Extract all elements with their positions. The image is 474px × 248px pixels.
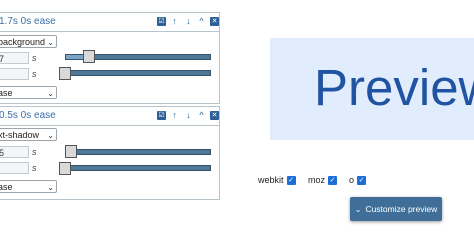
move-up-icon[interactable]: ↑ bbox=[170, 111, 179, 120]
move-up-icon[interactable]: ↑ bbox=[170, 17, 179, 26]
duration-slider-thumb[interactable] bbox=[83, 50, 95, 63]
duration-input[interactable]: 5 bbox=[0, 146, 29, 158]
chevron-down-icon: ⌄ bbox=[47, 131, 54, 140]
property-value: xt-shadow bbox=[0, 130, 40, 140]
chevron-down-icon: ⌄ bbox=[47, 38, 54, 47]
delay-input[interactable] bbox=[0, 68, 29, 80]
duration-slider-thumb[interactable] bbox=[65, 145, 77, 158]
collapse-icon[interactable]: ^ bbox=[197, 111, 206, 120]
delay-slider-thumb[interactable] bbox=[59, 67, 71, 80]
timing-function-value: ase bbox=[0, 182, 13, 192]
enable-checkbox-icon[interactable]: ☑ bbox=[157, 17, 166, 26]
property-select[interactable]: xt-shadow ⌄ bbox=[0, 128, 57, 141]
duration-unit: s bbox=[32, 53, 37, 63]
delay-slider-thumb[interactable] bbox=[59, 162, 71, 175]
duration-slider[interactable] bbox=[65, 149, 211, 155]
property-value: background bbox=[0, 37, 46, 47]
timing-function-select[interactable]: ase ⌄ bbox=[0, 86, 57, 99]
delay-input[interactable] bbox=[0, 162, 29, 174]
customize-preview-button[interactable]: ⌄ Customize preview bbox=[350, 197, 442, 221]
delay-unit: s bbox=[32, 69, 37, 79]
chevron-down-icon: ⌄ bbox=[354, 204, 362, 214]
chevron-down-icon: ⌄ bbox=[47, 183, 54, 192]
remove-icon[interactable]: ✕ bbox=[210, 17, 219, 26]
delay-slider[interactable] bbox=[65, 165, 211, 171]
timing-function-select[interactable]: ase ⌄ bbox=[0, 180, 57, 193]
vendor-moz-label: moz bbox=[308, 175, 326, 185]
transition-title: 1.7s 0s ease bbox=[0, 16, 56, 27]
delay-slider[interactable] bbox=[65, 70, 211, 76]
enable-checkbox-icon[interactable]: ☑ bbox=[157, 111, 166, 120]
vendor-webkit-label: webkit bbox=[258, 175, 284, 185]
remove-icon[interactable]: ✕ bbox=[210, 111, 219, 120]
move-down-icon[interactable]: ↓ bbox=[184, 17, 193, 26]
preview-box: Preview bbox=[270, 38, 474, 140]
moz-checkbox[interactable]: ✓ bbox=[328, 175, 338, 185]
delay-unit: s bbox=[32, 163, 37, 173]
collapse-icon[interactable]: ^ bbox=[197, 17, 206, 26]
transition-panel-1: 1.7s 0s ease ☑ ↑ ↓ ^ ✕ background ⌄ 7 s … bbox=[0, 12, 220, 104]
customize-preview-label: Customize preview bbox=[365, 204, 438, 214]
transition-header-1[interactable]: 1.7s 0s ease ☑ ↑ ↓ ^ ✕ bbox=[0, 13, 219, 32]
chevron-down-icon: ⌄ bbox=[47, 89, 54, 98]
property-select[interactable]: background ⌄ bbox=[0, 35, 57, 48]
transition-title: 0.5s 0s ease bbox=[0, 110, 56, 121]
vendor-o-option[interactable]: o ✓ bbox=[349, 175, 367, 185]
timing-function-value: ase bbox=[0, 88, 13, 98]
vendor-o-label: o bbox=[349, 175, 355, 185]
o-checkbox[interactable]: ✓ bbox=[357, 175, 367, 185]
transition-panel-2: 0.5s 0s ease ☑ ↑ ↓ ^ ✕ xt-shadow ⌄ 5 s s… bbox=[0, 106, 220, 200]
vendor-moz-option[interactable]: moz ✓ bbox=[308, 175, 338, 185]
duration-unit: s bbox=[32, 147, 37, 157]
preview-text: Preview bbox=[314, 59, 474, 116]
move-down-icon[interactable]: ↓ bbox=[184, 111, 193, 120]
webkit-checkbox[interactable]: ✓ bbox=[286, 175, 296, 185]
vendor-webkit-option[interactable]: webkit ✓ bbox=[258, 175, 296, 185]
transition-header-2[interactable]: 0.5s 0s ease ☑ ↑ ↓ ^ ✕ bbox=[0, 107, 219, 126]
duration-input[interactable]: 7 bbox=[0, 52, 29, 64]
